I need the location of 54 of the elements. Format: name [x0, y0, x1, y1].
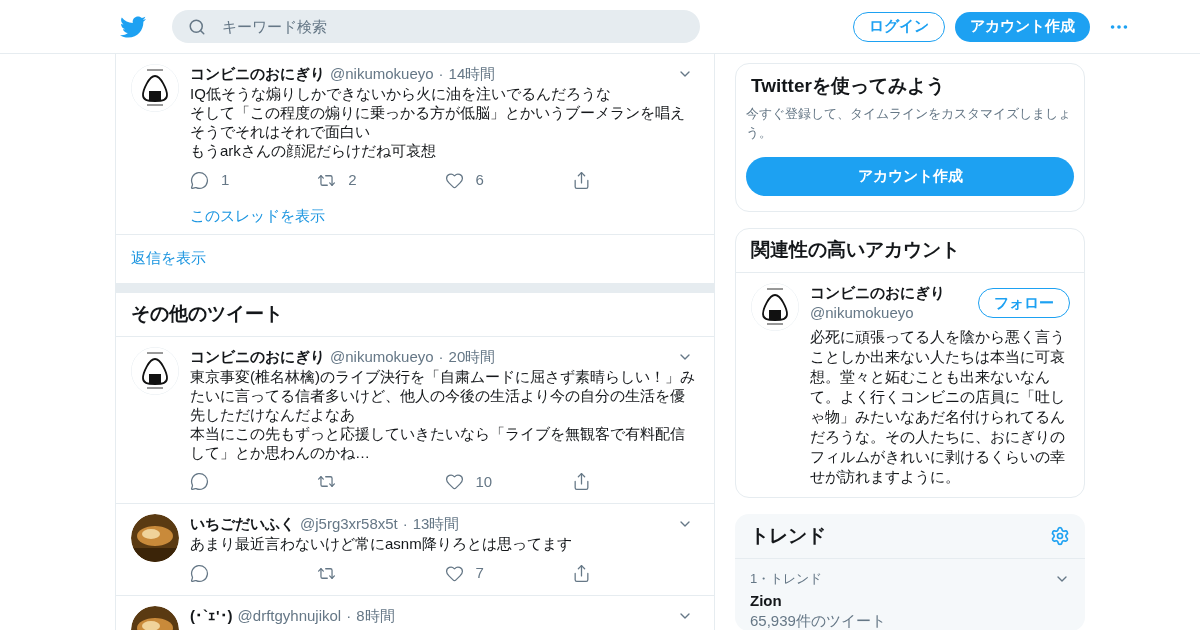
rice-ball-avatar	[131, 346, 179, 395]
dot-separator: ·	[402, 514, 408, 534]
signup-button[interactable]: アカウント作成	[746, 157, 1074, 196]
user-handle: @drftgyhnujikol	[237, 605, 342, 626]
account-bio: 必死に頑張ってる人を陰から悪く言うことしか出来ない人たちは本当に可哀想。堂々と妬むことも出来ないなんて。よく行くコンビニの店員に「吐しゃ物」みたいなあだ名付けられてるんだろうな。その人たちに、おにぎりのフィルムがきれいに剥けるくらいの幸せが訪れますように。	[810, 327, 1066, 487]
rice-ball-avatar	[751, 283, 799, 331]
search-field[interactable]: キーワード検索	[172, 10, 700, 43]
user-handle: @nikumokueyo	[330, 346, 434, 367]
tweet-time[interactable]: 20時間	[448, 346, 496, 367]
user-name[interactable]: (･`ｪ'･)	[190, 605, 233, 626]
dot-separator: ·	[438, 64, 444, 84]
trend-name[interactable]: Zion	[750, 590, 1070, 611]
action-count: 10	[475, 471, 493, 492]
user-handle: @nikumokueyo	[810, 303, 915, 323]
user-handle: @j5rg3xr58x5t	[300, 514, 398, 534]
reply-icon[interactable]	[190, 472, 209, 492]
heart-icon[interactable]	[444, 563, 464, 583]
tweet-text: IQ低そうな煽りしかできないから火に油を注いでるんだろうな	[190, 84, 612, 103]
user-name[interactable]: コンビニのおにぎり	[190, 346, 325, 367]
dot-separator: ·	[346, 605, 352, 626]
card-title: 関連性の高いアカウント	[751, 238, 960, 263]
tweet-text: もうarkさんの顔泥だらけだね可哀想	[190, 141, 437, 160]
tweet-time[interactable]: 13時間	[412, 514, 460, 534]
tweet-text: あまり最近言わないけど常にasnm降りろとは思ってます	[190, 534, 573, 553]
heart-icon[interactable]	[444, 472, 464, 492]
user-handle: @nikumokueyo	[330, 64, 434, 84]
action-count: 6	[475, 170, 484, 190]
trend-rank: 1・トレンド	[750, 570, 823, 588]
user-name[interactable]: いちごだいふく	[190, 514, 295, 534]
action-count: 1	[221, 170, 230, 190]
reply-icon[interactable]	[190, 563, 209, 583]
search-icon	[188, 18, 206, 36]
tweet-text: そして「この程度の煽りに乗っかる方が低脳」とかいうブーメランを唱えそうでそれはそれで面白い	[190, 103, 686, 141]
heart-icon[interactable]	[444, 170, 464, 190]
signup-button[interactable]: アカウント作成	[955, 11, 1090, 42]
section-title: その他のツイート	[131, 301, 283, 326]
tweet-text: 東京事変(椎名林檎)のライブ決行を「自粛ムードに屈さず素晴らしい！」みたいに言ってる信者多いけど、他人の今後の生活より今の自分の生活を優先しただけなんだよなあ	[190, 366, 696, 424]
dot-separator: ·	[438, 346, 444, 367]
user-name[interactable]: コンビニのおにぎり	[810, 283, 945, 303]
settings-icon[interactable]	[1050, 526, 1070, 546]
trend-count: 65,939件のツイート	[750, 610, 887, 630]
action-count: 2	[348, 170, 357, 190]
card-text: 今すぐ登録して、タイムラインをカスタマイズしましょう。	[746, 105, 1072, 142]
user-name[interactable]: コンビニのおにぎり	[190, 64, 325, 84]
card-title: Twitterを使ってみよう	[750, 74, 946, 98]
show-replies-link[interactable]: 返信を表示	[131, 247, 206, 270]
action-count: 7	[475, 563, 484, 583]
tweet-time[interactable]: 8時間	[356, 605, 395, 626]
card-title: トレンド	[750, 523, 826, 548]
show-thread-link[interactable]: このスレッドを表示	[190, 206, 325, 224]
tweet-time[interactable]: 14時間	[448, 64, 496, 84]
reply-icon[interactable]	[190, 170, 209, 190]
rice-ball-avatar	[131, 64, 179, 112]
tweet-text: 本当にこの先もずっと応援していきたいなら「ライブを無観客で有料配信して」とか思わんのかね…	[190, 423, 686, 462]
